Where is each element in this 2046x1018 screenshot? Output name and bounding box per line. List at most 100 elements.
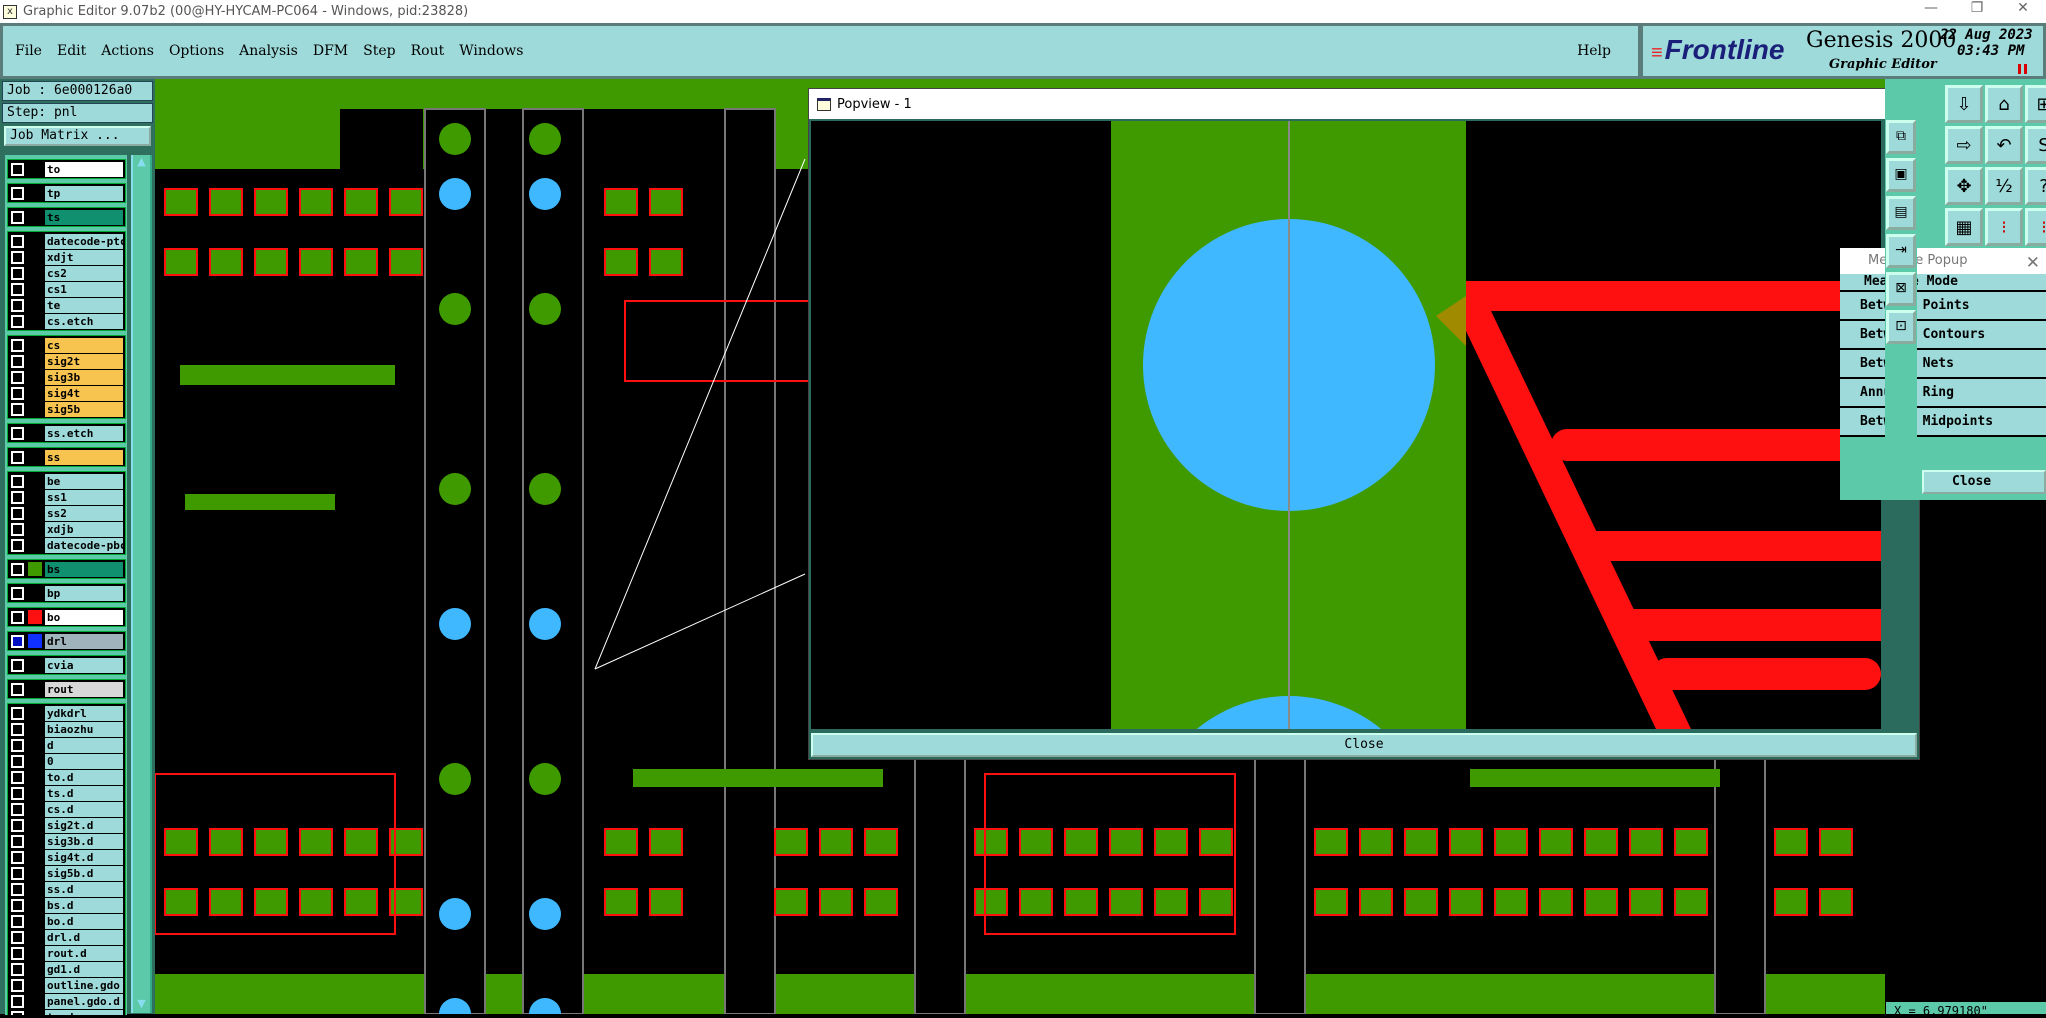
layer-checkbox[interactable]	[10, 657, 25, 673]
layer-row[interactable]: ts.d	[8, 785, 125, 801]
layer-checkbox[interactable]	[10, 633, 25, 649]
layer-row[interactable]: cs1	[8, 281, 125, 297]
layer-checkbox[interactable]	[10, 185, 25, 201]
layer-color-swatch[interactable]	[28, 1010, 42, 1015]
layer-checkbox[interactable]	[10, 913, 25, 929]
layer-row[interactable]: cs	[8, 337, 125, 353]
layer-checkbox[interactable]	[10, 161, 25, 177]
snap-icon[interactable]: S	[2025, 126, 2046, 164]
layer-row[interactable]: bo	[8, 609, 125, 625]
help-icon[interactable]: ?	[2025, 167, 2046, 205]
layer-name[interactable]: tp.d	[45, 1009, 123, 1015]
layer-row[interactable]: bs	[8, 561, 125, 577]
layer-row[interactable]: ss.d	[8, 881, 125, 897]
layer-color-swatch[interactable]	[28, 162, 42, 176]
layer-color-swatch[interactable]	[28, 978, 42, 992]
popview-close-button[interactable]: Close	[811, 733, 1917, 757]
measure-option-between-midpoints[interactable]: Between Midpoints	[1840, 408, 2046, 437]
layer-color-swatch[interactable]	[28, 898, 42, 912]
layer-color-swatch[interactable]	[28, 354, 42, 368]
layer-name[interactable]: sig5b.d	[45, 865, 123, 881]
job-matrix-button[interactable]: Job Matrix ...	[4, 126, 151, 146]
layer-color-swatch[interactable]	[28, 914, 42, 928]
layer-row[interactable]: drl.d	[8, 929, 125, 945]
layer-name[interactable]: cvia	[45, 657, 123, 673]
layer-checkbox[interactable]	[10, 865, 25, 881]
fit-icon[interactable]: ✥	[1945, 167, 1983, 205]
layer-checkbox[interactable]	[10, 785, 25, 801]
layer-color-swatch[interactable]	[28, 586, 42, 600]
layer-color-swatch[interactable]	[28, 834, 42, 848]
layer-checkbox[interactable]	[10, 801, 25, 817]
layer-name[interactable]: rout	[45, 681, 123, 697]
layer-checkbox[interactable]	[10, 945, 25, 961]
layer-row[interactable]: sig5b.d	[8, 865, 125, 881]
menu-actions[interactable]: Actions	[101, 43, 154, 59]
pause-icon[interactable]	[2018, 64, 2027, 74]
layer-name[interactable]: cs1	[45, 281, 123, 297]
layer-row[interactable]: te	[8, 297, 125, 313]
layer-name[interactable]: xdjt	[45, 249, 123, 265]
layer-name[interactable]: bp	[45, 585, 123, 601]
layer-checkbox[interactable]	[10, 281, 25, 297]
layer-color-swatch[interactable]	[28, 538, 42, 552]
layer-name[interactable]: d	[45, 737, 123, 753]
layer-name[interactable]: ss.etch	[45, 425, 123, 441]
layer-checkbox[interactable]	[10, 385, 25, 401]
layer-checkbox[interactable]	[10, 297, 25, 313]
layer-checkbox[interactable]	[10, 369, 25, 385]
zoom-in-icon[interactable]: ⊠	[1886, 272, 1916, 306]
layer-color-swatch[interactable]	[28, 802, 42, 816]
layer-row[interactable]: ss2	[8, 505, 125, 521]
layer-name[interactable]: datecode-pbc	[45, 537, 123, 553]
layer-color-swatch[interactable]	[28, 994, 42, 1008]
layer-row[interactable]: outline.gdo	[8, 977, 125, 993]
layer-color-swatch[interactable]	[28, 634, 42, 648]
layer-name[interactable]: sig2t	[45, 353, 123, 369]
menu-file[interactable]: File	[15, 43, 42, 59]
measure-close-icon[interactable]: ✕	[2026, 250, 2040, 276]
layer-color-swatch[interactable]	[28, 490, 42, 504]
layer-name[interactable]: ts	[45, 209, 123, 225]
layer-name[interactable]: outline.gdo	[45, 977, 123, 993]
layer-checkbox[interactable]	[10, 977, 25, 993]
layer-color-swatch[interactable]	[28, 882, 42, 896]
layer-color-swatch[interactable]	[28, 186, 42, 200]
layer-color-swatch[interactable]	[28, 386, 42, 400]
layer-name[interactable]: sig5b	[45, 401, 123, 417]
home-icon[interactable]: ⌂	[1985, 85, 2023, 123]
layer-color-swatch[interactable]	[28, 450, 42, 464]
layer-checkbox[interactable]	[10, 1009, 25, 1015]
popview-title-bar[interactable]: Popview - 1	[809, 89, 1919, 119]
close-window-button[interactable]: ✕	[2000, 0, 2046, 16]
measure-option-between-nets[interactable]: Between Nets	[1840, 350, 2046, 379]
layer-checkbox[interactable]	[10, 737, 25, 753]
layer-checkbox[interactable]	[10, 705, 25, 721]
layer-checkbox[interactable]	[10, 585, 25, 601]
layer-name[interactable]: to	[45, 161, 123, 177]
layer-name[interactable]: bo.d	[45, 913, 123, 929]
layer-checkbox[interactable]	[10, 817, 25, 833]
layer-name[interactable]: bs.d	[45, 897, 123, 913]
layer-checkbox[interactable]	[10, 473, 25, 489]
measure-popup-title-bar[interactable]: Measure Popup ✕	[1840, 248, 2046, 274]
layer-name[interactable]: bs	[45, 561, 123, 577]
layer-checkbox[interactable]	[10, 929, 25, 945]
layer-row[interactable]: datecode-ptc	[8, 233, 125, 249]
measure-option-between-points[interactable]: Between Points	[1840, 292, 2046, 321]
layer-row[interactable]: sig2t.d	[8, 817, 125, 833]
layer-row[interactable]: sig3b	[8, 369, 125, 385]
layer-name[interactable]: cs.etch	[45, 313, 123, 329]
layer-row[interactable]: tp.d	[8, 1009, 125, 1015]
layer-color-swatch[interactable]	[28, 786, 42, 800]
layer-color-swatch[interactable]	[28, 930, 42, 944]
scroll-down-icon[interactable]: ▼	[133, 997, 150, 1013]
measure-option-between-contours[interactable]: Between Contours	[1840, 321, 2046, 350]
measure-close-button[interactable]: Close	[1922, 470, 2046, 494]
layer-color-swatch[interactable]	[28, 314, 42, 328]
layer-name[interactable]: sig2t.d	[45, 817, 123, 833]
layer-row[interactable]: sig4t.d	[8, 849, 125, 865]
layer-checkbox[interactable]	[10, 961, 25, 977]
layer-checkbox[interactable]	[10, 993, 25, 1009]
layer-name[interactable]: biaozhu	[45, 721, 123, 737]
